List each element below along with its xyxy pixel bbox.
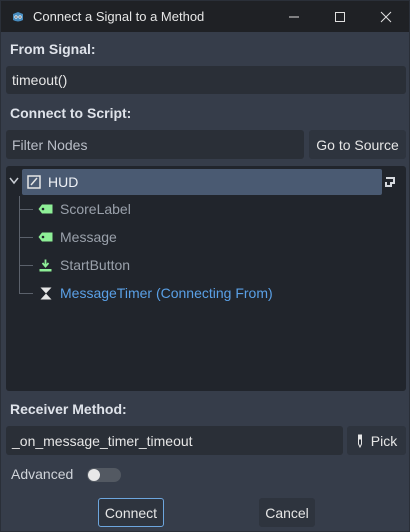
tree-connector (19, 237, 33, 238)
close-icon (380, 11, 392, 22)
control-icon (27, 175, 41, 189)
timer-icon (40, 287, 52, 299)
filter-nodes-input[interactable]: Filter Nodes (6, 130, 304, 159)
tree-item-label: Message (60, 229, 117, 245)
connect-to-script-label: Connect to Script: (10, 105, 132, 121)
tree-item-message[interactable]: Message (38, 224, 117, 250)
tree-item-messagetimer[interactable]: MessageTimer (Connecting From) (40, 280, 273, 306)
minimize-button[interactable] (271, 1, 317, 32)
from-signal-label: From Signal: (10, 41, 96, 57)
from-signal-field: timeout() (6, 66, 406, 94)
tree-item-label: StartButton (60, 257, 131, 273)
toggle-knob (88, 469, 100, 481)
maximize-button[interactable] (317, 1, 363, 32)
connect-button[interactable]: Connect (98, 498, 164, 527)
tree-item-hud-label: HUD (48, 174, 79, 190)
tree-connector (19, 196, 20, 294)
tree-item-scorelabel[interactable]: ScoreLabel (38, 196, 131, 222)
cancel-button[interactable]: Cancel (259, 498, 315, 527)
maximize-icon (335, 11, 345, 22)
advanced-label: Advanced (11, 466, 74, 482)
collapse-arrow-icon[interactable] (9, 177, 19, 185)
go-to-source-button[interactable]: Go to Source (309, 130, 406, 159)
title-bar: Connect a Signal to a Method (1, 1, 409, 32)
tree-item-label: MessageTimer (Connecting From) (60, 285, 273, 301)
connect-signal-dialog: Connect a Signal to a Method From Signal… (0, 0, 410, 532)
label-icon (38, 204, 53, 214)
tree-connector (19, 209, 33, 210)
tree-connector (19, 293, 33, 294)
pick-button[interactable]: Pick (347, 426, 406, 455)
tree-item-startbutton[interactable]: StartButton (39, 252, 130, 278)
button-icon (39, 259, 52, 271)
pick-button-label: Pick (370, 432, 398, 449)
advanced-toggle[interactable] (87, 468, 121, 482)
godot-logo-icon (13, 11, 23, 21)
receiver-method-label: Receiver Method: (10, 401, 127, 417)
close-button[interactable] (363, 1, 409, 32)
tree-connector (19, 265, 33, 266)
window-title: Connect a Signal to a Method (33, 9, 205, 24)
tree-item-hud[interactable]: HUD (22, 169, 382, 195)
script-icon[interactable] (383, 175, 397, 189)
pipette-icon (357, 434, 362, 448)
receiver-method-input[interactable]: _on_message_timer_timeout (6, 426, 343, 455)
minimize-icon (289, 16, 299, 17)
tree-item-label: ScoreLabel (60, 201, 131, 217)
node-tree: HUD ScoreLabel Message StartButton Messa… (6, 166, 406, 391)
label-icon (38, 232, 53, 242)
receiver-method-value: _on_message_timer_timeout (12, 432, 193, 449)
filter-nodes-placeholder: Filter Nodes (12, 136, 88, 153)
from-signal-value: timeout() (12, 72, 68, 88)
